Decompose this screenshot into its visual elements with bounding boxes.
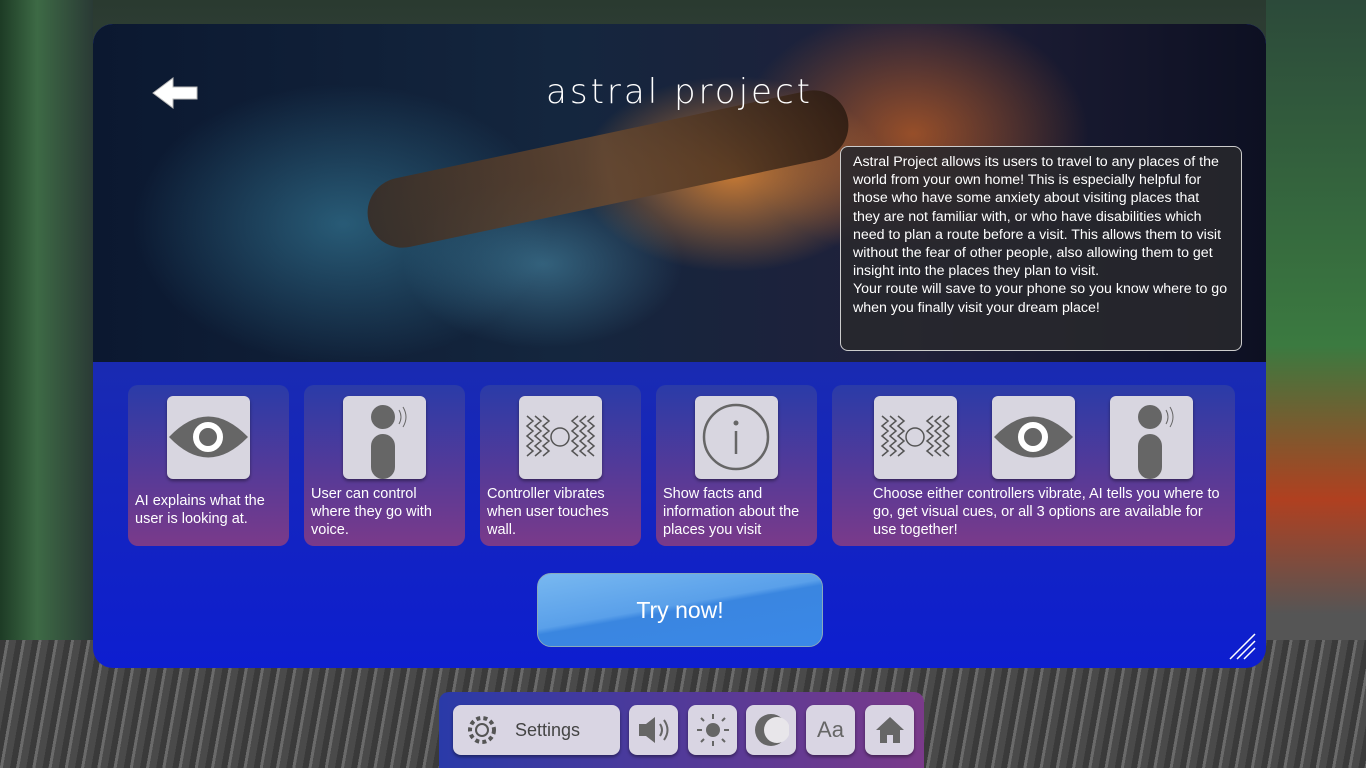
eye-icon [992,396,1075,479]
description-text-2: Your route will save to your phone so yo… [853,281,1228,316]
vibration-icon [519,396,602,479]
brightness-icon [696,714,729,746]
feature-text: Show facts and information about the pla… [663,486,800,538]
description-text: Astral Project allows its users to trave… [853,154,1222,280]
page-title: astral project [546,72,813,112]
feature-text: AI explains what the user is looking at. [135,493,265,527]
home-icon [875,717,904,743]
volume-icon [638,717,668,743]
text-size-icon: Aa [817,717,844,742]
volume-button[interactable] [629,705,678,755]
feature-text: User can control where they go with voic… [311,486,432,538]
eye-icon [167,396,250,479]
info-icon [695,396,778,479]
feature-text: Choose either controllers vibrate, AI te… [873,486,1220,538]
feature-card-info: Show facts and information about the pla… [656,385,817,546]
feature-text: Controller vibrates when user touches wa… [487,486,609,538]
voice-user-icon [1110,396,1193,479]
bottom-toolbar: Settings Aa [439,692,924,768]
brightness-button[interactable] [688,705,737,755]
feature-card-ai: AI explains what the user is looking at. [128,385,289,546]
vibration-icon [874,396,957,479]
hero-banner: astral project Astral Project allows its… [93,24,1266,362]
settings-label: Settings [515,719,581,740]
dark-mode-icon [755,714,789,746]
description-box: Astral Project allows its users to trave… [840,146,1242,351]
feature-card-combined: Choose either controllers vibrate, AI te… [832,385,1235,546]
main-panel: astral project Astral Project allows its… [93,24,1266,668]
gear-icon [468,716,496,744]
text-size-button[interactable]: Aa [806,705,855,755]
voice-user-icon [343,396,426,479]
feature-card-voice: User can control where they go with voic… [304,385,465,546]
settings-button[interactable]: Settings [453,705,620,755]
dark-mode-button[interactable] [746,705,796,755]
home-button[interactable] [865,705,914,755]
resize-handle-icon[interactable] [1228,632,1256,660]
feature-card-vibration: Controller vibrates when user touches wa… [480,385,641,546]
try-now-button[interactable]: Try now! [537,573,823,647]
